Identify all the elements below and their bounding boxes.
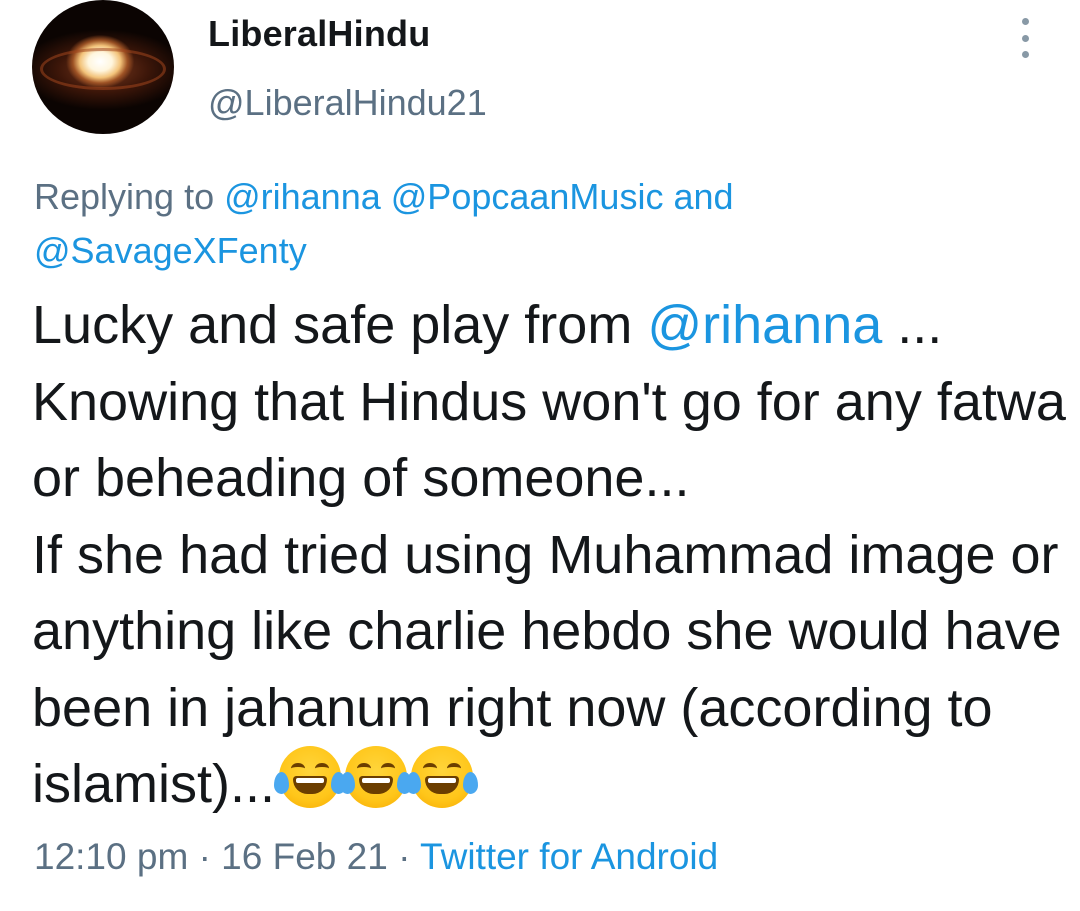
tweet-text-part: Lucky and safe play from bbox=[32, 295, 648, 355]
tweet-source[interactable]: Twitter for Android bbox=[420, 836, 718, 877]
user-handle[interactable]: @LiberalHindu21 bbox=[208, 82, 487, 124]
more-dot bbox=[1021, 34, 1029, 42]
mention-savagexfenty[interactable]: @SavageXFenty bbox=[34, 230, 307, 271]
tears-of-joy-emoji-icon bbox=[406, 746, 478, 808]
tweet-text: Lucky and safe play from @rihanna ... Kn… bbox=[32, 287, 1072, 823]
replying-to-label: Replying to bbox=[34, 176, 225, 217]
tweet-date[interactable]: 16 Feb 21 bbox=[221, 836, 388, 877]
tweet-time[interactable]: 12:10 pm bbox=[34, 836, 188, 877]
avatar-light-ring bbox=[40, 48, 166, 90]
meta-separator: · bbox=[198, 836, 211, 877]
meta-separator: · bbox=[398, 836, 411, 877]
mention-rihanna[interactable]: @rihanna bbox=[224, 176, 381, 217]
tweet-mention-rihanna[interactable]: @rihanna bbox=[647, 295, 882, 355]
replying-to: Replying to @rihanna @PopcaanMusic and @S… bbox=[34, 170, 1044, 278]
tweet-text-part: ... Knowing that Hindus won't go for any… bbox=[32, 295, 1066, 814]
tweet-meta: 12:10 pm · 16 Feb 21 · Twitter for Andro… bbox=[34, 836, 718, 878]
more-dot bbox=[1021, 51, 1029, 58]
display-name[interactable]: LiberalHindu bbox=[208, 13, 430, 55]
replying-to-and: and bbox=[673, 176, 734, 217]
more-dot bbox=[1021, 18, 1029, 25]
tears-of-joy-emoji-icon bbox=[274, 746, 346, 808]
tears-of-joy-emoji-icon bbox=[340, 746, 412, 808]
avatar[interactable] bbox=[32, 0, 174, 134]
mention-popcaanmusic[interactable]: @PopcaanMusic bbox=[391, 176, 664, 217]
more-options-icon[interactable] bbox=[1016, 18, 1034, 58]
